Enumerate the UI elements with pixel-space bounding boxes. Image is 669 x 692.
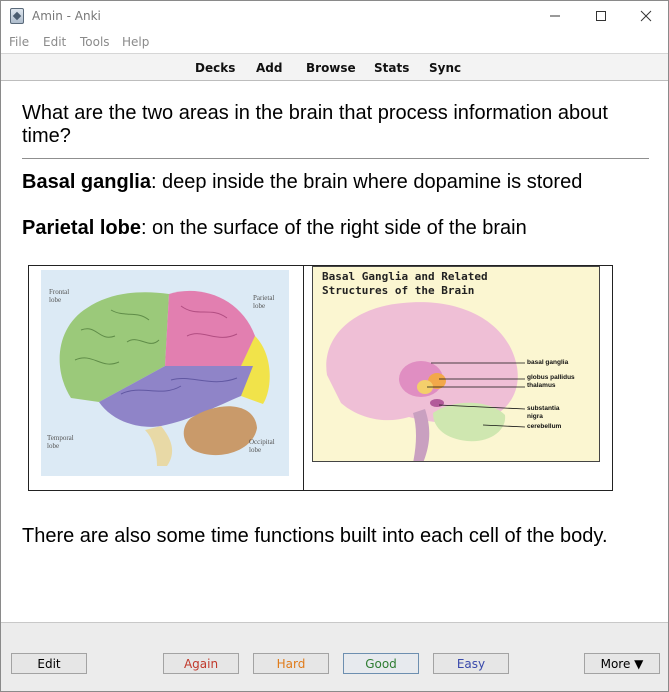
good-button[interactable]: Good — [343, 653, 419, 674]
label-globus-pallidus: globus pallidus — [527, 374, 575, 381]
label-frontal-lobe: Frontal lobe — [49, 288, 70, 304]
anki-app-icon — [10, 8, 24, 24]
card-question: What are the two areas in the brain that… — [22, 102, 608, 147]
close-icon — [640, 10, 652, 22]
toolbar-sync[interactable]: Sync — [429, 61, 461, 75]
answer-text: : deep inside the brain where dopamine i… — [150, 171, 583, 193]
maximize-button[interactable] — [578, 1, 624, 31]
main-toolbar: Decks Add Browse Stats Sync — [1, 53, 668, 81]
menu-file[interactable]: File — [9, 35, 29, 49]
more-button[interactable]: More ▼ — [584, 653, 660, 674]
answer-text: : on the surface of the right side of th… — [140, 217, 527, 239]
menu-bar: File Edit Tools Help — [1, 32, 668, 52]
label-temporal-lobe: Temporal lobe — [47, 434, 74, 450]
label-basal-ganglia: basal ganglia — [527, 359, 569, 366]
menu-edit[interactable]: Edit — [43, 35, 66, 49]
close-button[interactable] — [623, 1, 669, 31]
again-button[interactable]: Again — [163, 653, 239, 674]
title-bar: Amin - Anki — [1, 1, 668, 31]
label-substantia: substantia — [527, 405, 560, 412]
label-thalamus: thalamus — [527, 382, 556, 389]
menu-help[interactable]: Help — [122, 35, 149, 49]
card-footnote: There are also some time functions built… — [22, 525, 608, 547]
answer-term: Parietal lobe — [22, 217, 141, 239]
answer-term: Basal ganglia — [22, 171, 151, 193]
minimize-icon — [550, 15, 560, 17]
anki-window: Amin - Anki File Edit Tools Help Decks A… — [0, 0, 669, 692]
toolbar-add[interactable]: Add — [256, 61, 282, 75]
basal-ganglia-image: Basal Ganglia and Related Structures of … — [312, 266, 600, 462]
label-parietal-lobe: Parietal lobe — [253, 294, 275, 310]
brain-lobes-image: Frontal lobe Parietal lobe Temporal lobe… — [41, 270, 289, 476]
label-occipital-lobe: Occipital lobe — [249, 438, 275, 454]
toolbar-decks[interactable]: Decks — [195, 61, 235, 75]
window-title: Amin - Anki — [32, 9, 101, 23]
hard-button[interactable]: Hard — [253, 653, 329, 674]
label-cerebellum: cerebellum — [527, 423, 562, 430]
menu-tools[interactable]: Tools — [80, 35, 110, 49]
card-content: What are the two areas in the brain that… — [1, 82, 668, 622]
maximize-icon — [596, 11, 606, 21]
minimize-button[interactable] — [532, 1, 578, 31]
answer-divider — [22, 158, 649, 159]
easy-button[interactable]: Easy — [433, 653, 509, 674]
toolbar-browse[interactable]: Browse — [306, 61, 356, 75]
reviewer-bottom-bar: Edit Again Hard Good Easy More ▼ — [1, 622, 668, 691]
table-divider — [303, 266, 304, 490]
answer-basal-ganglia: Basal ganglia: deep inside the brain whe… — [22, 171, 582, 194]
edit-button[interactable]: Edit — [11, 653, 87, 674]
label-nigra: nigra — [527, 413, 543, 420]
answer-parietal-lobe: Parietal lobe: on the surface of the rig… — [22, 217, 527, 240]
toolbar-stats[interactable]: Stats — [374, 61, 409, 75]
image-table: Frontal lobe Parietal lobe Temporal lobe… — [28, 265, 613, 491]
